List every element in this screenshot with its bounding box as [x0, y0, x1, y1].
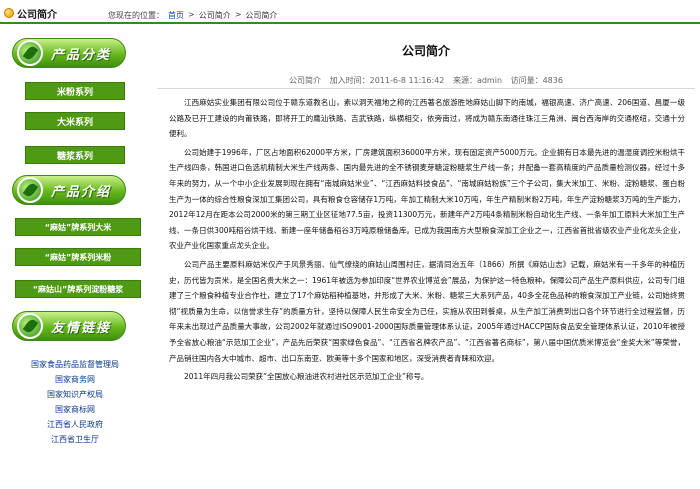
friend-link[interactable]: 江西省卫生厅	[0, 432, 150, 447]
friend-link[interactable]: 国家食品药品监督管理局	[0, 357, 150, 372]
header-divider	[0, 22, 700, 24]
intro-rice-button[interactable]: “麻姑”牌系列大米	[15, 218, 141, 236]
brand: 公司简介	[4, 6, 57, 21]
friend-link[interactable]: 国家商标网	[0, 402, 150, 417]
meta-section: 公司简介	[289, 76, 322, 85]
sidebar: 产品分类 米粉系列 大米系列 糖浆系列 产品介绍 “麻姑”牌系列大米 “麻姑”牌…	[0, 30, 150, 489]
links-section-header: 友情链接	[12, 311, 126, 341]
leaf-icon	[17, 313, 43, 339]
breadcrumb-separator: >	[188, 10, 195, 19]
article-meta: 公司简介 加入时间：2011-6-8 11:16:42 来源：admin 访问量…	[157, 75, 695, 86]
top-bar: 公司简介 您现在的位置： 首页 > 公司简介 > 公司简介	[0, 0, 700, 22]
friend-link[interactable]: 国家商务网	[0, 372, 150, 387]
leaf-icon	[17, 177, 43, 203]
meta-date: 加入时间：2011-6-8 11:16:42	[329, 76, 445, 85]
products-section-header: 产品分类	[12, 38, 126, 68]
category-syrup-button[interactable]: 糖浆系列	[25, 146, 125, 164]
divider	[157, 88, 695, 89]
links-section-title: 友情链接	[51, 320, 112, 336]
friend-link[interactable]: 国家知识产权局	[0, 387, 150, 402]
brand-title: 公司简介	[17, 9, 57, 21]
main-content: 公司简介 公司简介 加入时间：2011-6-8 11:16:42 来源：admi…	[157, 30, 695, 489]
article-paragraph: 公司产品主要原料麻姑米仅产于风景秀丽、仙气缭绕的麻姑山周围村庄，据清同治五年（1…	[169, 259, 685, 363]
article-paragraph: 2011年四月我公司荣获“全国放心粮油进农村进社区示范加工企业”称号。	[184, 372, 429, 382]
intro-rice-noodle-button[interactable]: “麻姑”牌系列米粉	[15, 248, 141, 266]
friend-links: 国家食品药品监督管理局 国家商务网 国家知识产权局 国家商标网 江西省人民政府 …	[0, 357, 150, 447]
breadcrumb-section-link[interactable]: 公司简介	[199, 10, 231, 21]
intro-syrup-button[interactable]: “麻姑山”牌系列淀粉糖浆	[15, 280, 141, 298]
flower-icon	[4, 8, 14, 18]
breadcrumb-separator: >	[234, 10, 242, 19]
page-title: 公司简介	[401, 44, 450, 58]
products-section-title: 产品分类	[51, 47, 112, 63]
article-paragraph: 公司始建于1996年，厂区占地面积62000平方米，厂房建筑面积36000平方米…	[169, 147, 685, 251]
intro-section-header: 产品介绍	[12, 175, 126, 205]
article-body: 江西麻姑实业集团有限公司位于赣东道教名山，素以洞天福地之称的江西著名旅游胜地麻姑…	[169, 95, 685, 388]
leaf-icon	[17, 40, 43, 66]
category-rice-noodle-button[interactable]: 米粉系列	[25, 82, 125, 100]
meta-source: 来源：admin	[452, 76, 503, 85]
article-paragraph: 江西麻姑实业集团有限公司位于赣东道教名山，素以洞天福地之称的江西著名旅游胜地麻姑…	[169, 98, 685, 139]
breadcrumb-prefix: 您现在的位置：	[108, 11, 164, 20]
meta-views: 访问量：4836	[510, 76, 563, 85]
friend-link[interactable]: 江西省人民政府	[0, 417, 150, 432]
breadcrumb-current: 公司简介	[245, 11, 278, 20]
category-rice-button[interactable]: 大米系列	[25, 112, 125, 130]
breadcrumb-home-link[interactable]: 首页	[168, 10, 184, 21]
intro-section-title: 产品介绍	[51, 184, 112, 200]
breadcrumb: 您现在的位置： 首页 > 公司简介 > 公司简介	[108, 10, 277, 21]
